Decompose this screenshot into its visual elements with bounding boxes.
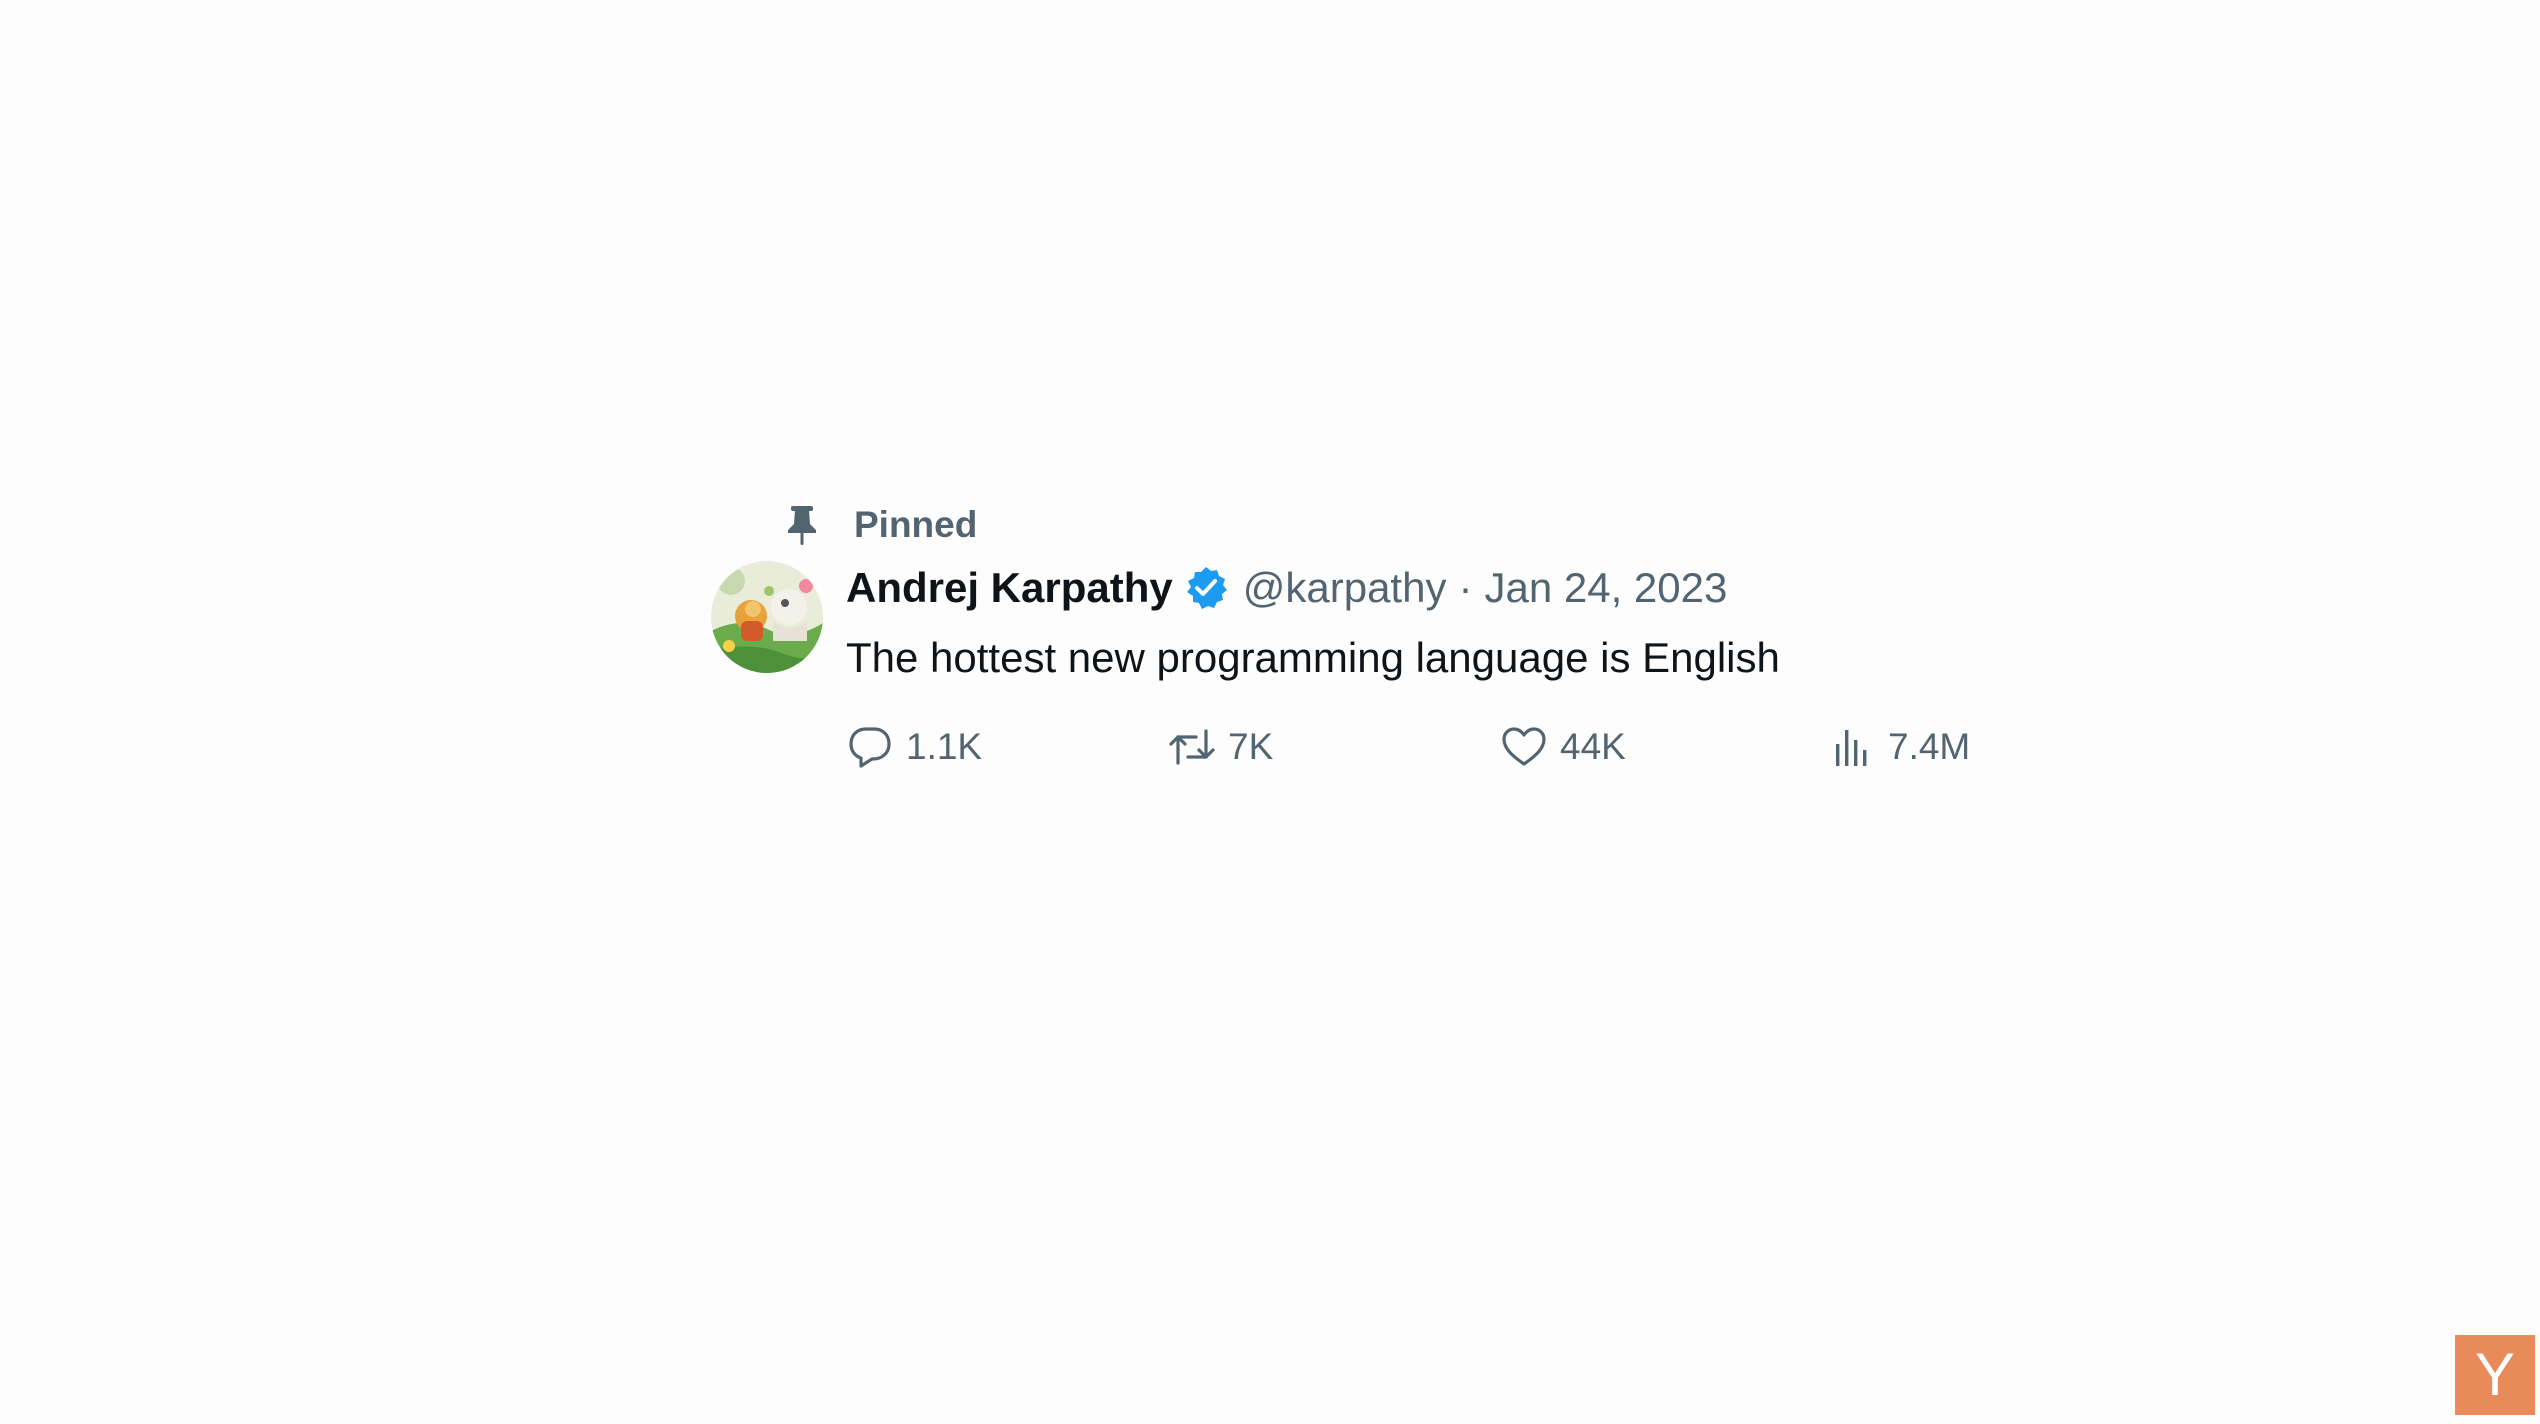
- separator-dot: ·: [1458, 564, 1473, 611]
- pin-icon: [782, 502, 822, 548]
- bar-chart-icon: [1828, 723, 1876, 771]
- like-button[interactable]: 44K: [1500, 722, 1626, 772]
- tweet-header: Andrej Karpathy @karpathy · Jan 24, 2023: [846, 558, 2006, 618]
- user-handle[interactable]: @karpathy: [1243, 564, 1447, 612]
- pinned-indicator: Pinned: [782, 500, 977, 550]
- yc-logo: Y: [2455, 1335, 2535, 1415]
- reply-count: 1.1K: [906, 726, 983, 767]
- screen: Pinned Andrej Karpathy @karpathy · Jan 2…: [0, 0, 2540, 1424]
- repost-button[interactable]: 7K: [1168, 722, 1273, 772]
- verified-badge-icon[interactable]: [1183, 565, 1229, 611]
- reply-icon: [846, 723, 894, 771]
- display-name[interactable]: Andrej Karpathy: [846, 564, 1173, 612]
- views-count: 7.4M: [1888, 726, 1971, 767]
- pinned-label: Pinned: [854, 504, 978, 545]
- views-button[interactable]: 7.4M: [1828, 722, 1970, 772]
- heart-icon: [1500, 723, 1548, 771]
- repost-count: 7K: [1228, 726, 1274, 767]
- repost-icon: [1168, 723, 1216, 771]
- reply-button[interactable]: 1.1K: [846, 722, 982, 772]
- avatar[interactable]: [711, 561, 823, 673]
- like-count: 44K: [1560, 726, 1626, 767]
- tweet-content: Andrej Karpathy @karpathy · Jan 24, 2023…: [846, 558, 2006, 686]
- tweet-date[interactable]: Jan 24, 2023: [1484, 564, 1727, 612]
- tweet-actions: 1.1K 7K 44K 7.4M: [846, 722, 2006, 772]
- tweet-text: The hottest new programming language is …: [846, 634, 1780, 681]
- yc-logo-letter: Y: [2474, 1341, 2516, 1408]
